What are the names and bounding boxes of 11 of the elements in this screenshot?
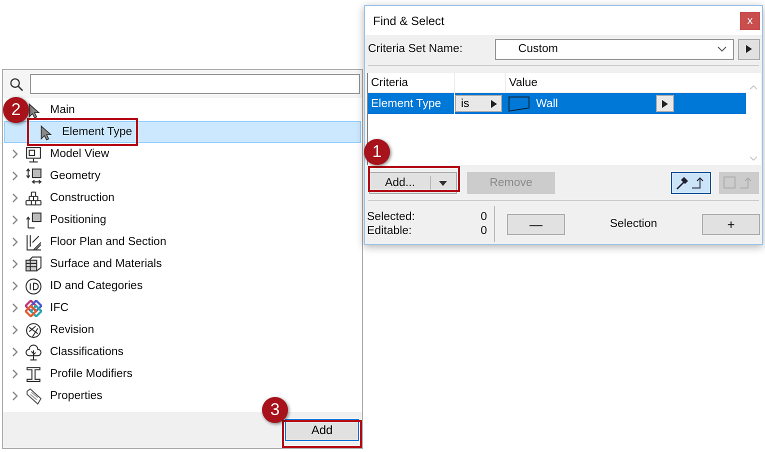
selection-label: Selection [608, 218, 658, 230]
table-cell-text: Element Type [370, 98, 442, 110]
column-header: Value [508, 76, 539, 88]
table-cell: Wall [536, 98, 558, 110]
criteria-set-label: Criteria Set Name: [368, 43, 464, 55]
count-label: Editable: [367, 225, 412, 237]
count-value: 0 [480, 225, 487, 237]
count-label: Selected: [367, 211, 415, 223]
window-title: Find & Select [373, 14, 444, 28]
column-header: Criteria [370, 76, 410, 88]
count-value: 0 [480, 211, 487, 223]
